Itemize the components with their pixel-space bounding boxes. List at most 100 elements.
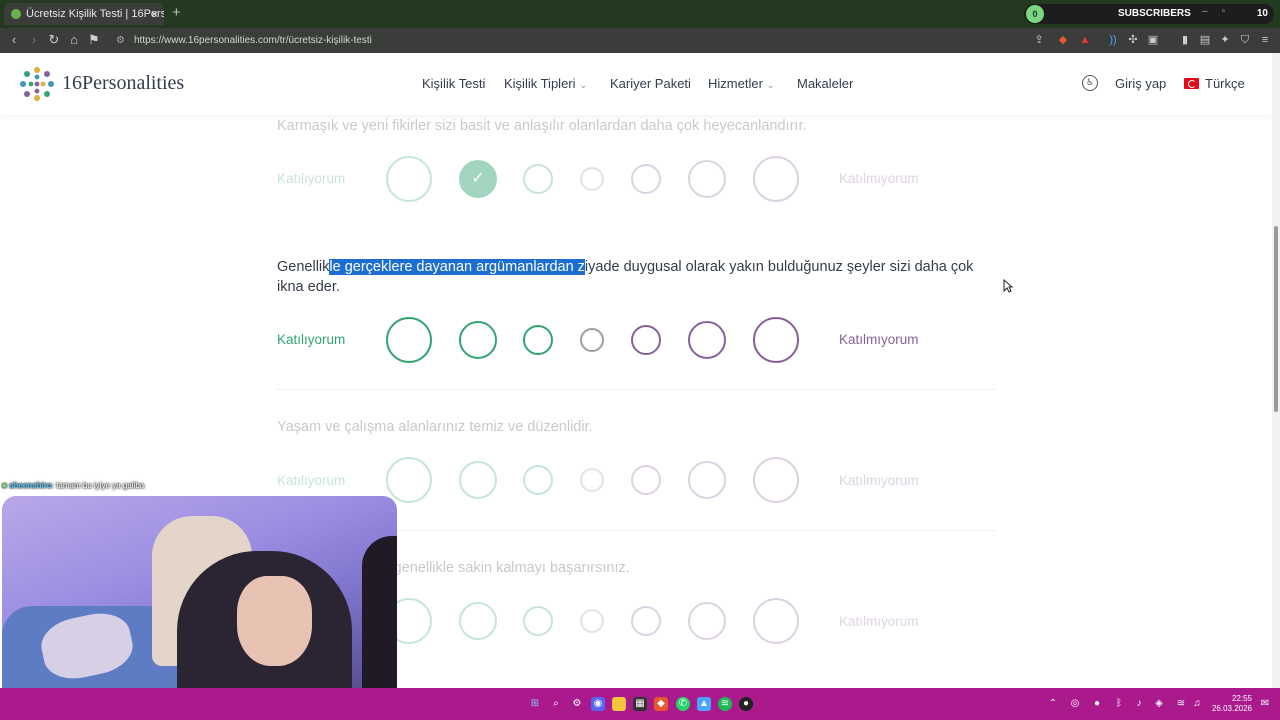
answer-option-neutral[interactable]	[580, 609, 604, 633]
answer-option[interactable]	[386, 317, 432, 363]
answer-option[interactable]	[523, 606, 553, 636]
login-link[interactable]: Giriş yap	[1115, 76, 1166, 91]
site-favicon-icon	[11, 9, 21, 19]
leo-ai-icon[interactable]: ✦	[1218, 33, 1232, 47]
answer-option[interactable]	[459, 461, 497, 499]
nav-label: Kişilik Testi	[422, 76, 486, 91]
nvidia-icon[interactable]: ◈	[1152, 697, 1166, 711]
window-controls-icon[interactable]: –▫	[1202, 6, 1239, 17]
screenshot-icon[interactable]: ▣	[1146, 33, 1160, 47]
brave-browser-icon[interactable]: ◆	[654, 697, 668, 711]
answer-option[interactable]	[631, 606, 661, 636]
webcam-face	[237, 576, 312, 666]
wallet-icon[interactable]: ▤	[1198, 33, 1212, 47]
answer-option[interactable]	[459, 321, 497, 359]
site-info-icon[interactable]: ⚙	[116, 31, 125, 50]
share-icon[interactable]: ⇪	[1032, 33, 1046, 47]
answer-option-neutral[interactable]	[580, 328, 604, 352]
answer-option[interactable]	[386, 156, 432, 202]
disagree-label: Katılmıyorum	[839, 614, 919, 629]
tray-app-icon[interactable]: ◎	[1068, 697, 1082, 711]
answer-option[interactable]	[631, 465, 661, 495]
browser-tab-bar: Ücretsiz Kişilik Testi | 16Personalities…	[0, 0, 1280, 28]
answer-option-selected[interactable]: ✓	[459, 160, 497, 198]
app-icon[interactable]: ▦	[633, 697, 647, 711]
rewards-icon[interactable]: ▲	[1078, 33, 1092, 47]
disagree-label: Katılmıyorum	[839, 332, 919, 347]
brave-shields-icon[interactable]: ◆	[1056, 33, 1070, 47]
extension-audio-icon[interactable]: ))	[1106, 33, 1120, 47]
forward-icon[interactable]: ›	[26, 32, 42, 47]
answer-option[interactable]	[386, 457, 432, 503]
nav-personality-types[interactable]: Kişilik Tipleri ⌄	[504, 76, 587, 91]
answer-option[interactable]	[523, 465, 553, 495]
chat-message: ■ sheenshiro: tamam bu iyiye ya galiba	[2, 481, 144, 490]
accessibility-icon[interactable]: ♿	[1082, 75, 1098, 91]
agree-label: Katılıyorum	[277, 171, 346, 186]
nav-career-pack[interactable]: Kariyer Paketi	[610, 76, 691, 91]
volume-icon[interactable]: ♫	[1190, 697, 1204, 711]
new-tab-button[interactable]: +	[172, 4, 181, 21]
extensions-icon[interactable]: ✣	[1126, 33, 1140, 47]
question-text: bile genellikle sakin kalmayı başarırsın…	[367, 560, 630, 576]
bluetooth-icon[interactable]: ᛒ	[1112, 697, 1126, 711]
answer-option[interactable]	[753, 156, 799, 202]
spotify-icon[interactable]: ≋	[718, 697, 732, 711]
close-tab-icon[interactable]: ×	[151, 3, 158, 25]
agree-label: Katılıyorum	[277, 332, 346, 347]
answer-option[interactable]	[753, 598, 799, 644]
discord-icon[interactable]: ◉	[591, 697, 605, 711]
photos-icon[interactable]: ▲	[697, 697, 711, 711]
bookmark-icon[interactable]: ⚑	[86, 32, 102, 48]
tray-chevron-icon[interactable]: ⌃	[1046, 697, 1060, 711]
subscriber-count: 10	[1256, 8, 1268, 19]
answer-option[interactable]	[523, 164, 553, 194]
logo-icon[interactable]	[18, 65, 56, 103]
microphone-icon[interactable]: ♪	[1132, 697, 1146, 711]
text-selection: le gerçeklere dayanan argümanlardan z	[329, 259, 585, 275]
mouse-cursor-icon	[1003, 279, 1013, 293]
answer-option-neutral[interactable]	[580, 468, 604, 492]
address-bar[interactable]: ⚙ https://www.16personalities.com/tr/ücr…	[108, 31, 1048, 50]
chevron-down-icon: ⌄	[579, 80, 588, 90]
nav-personality-test[interactable]: Kişilik Testi	[422, 76, 485, 91]
home-icon[interactable]: ⌂	[66, 32, 82, 47]
answer-option[interactable]	[753, 317, 799, 363]
answer-option[interactable]	[688, 321, 726, 359]
obs-icon[interactable]: ●	[739, 697, 753, 711]
language-selector[interactable]: Türkçe	[1205, 76, 1245, 91]
answer-option[interactable]	[631, 164, 661, 194]
answer-option[interactable]	[688, 461, 726, 499]
reload-icon[interactable]: ↻	[46, 32, 62, 48]
answer-option[interactable]	[459, 602, 497, 640]
browser-tab[interactable]: Ücretsiz Kişilik Testi | 16Personalities…	[4, 3, 164, 25]
system-clock[interactable]: 22:55 26.03.2026	[1210, 694, 1252, 714]
notifications-icon[interactable]: ✉	[1258, 697, 1272, 711]
nav-articles[interactable]: Makaleler	[797, 76, 853, 91]
scrollbar-thumb[interactable]	[1274, 226, 1278, 412]
answer-option[interactable]	[688, 160, 726, 198]
back-icon[interactable]: ‹	[6, 32, 22, 47]
answer-option[interactable]	[631, 325, 661, 355]
logo-text[interactable]: 16Personalities	[62, 72, 184, 95]
whatsapp-icon[interactable]: ✆	[676, 697, 690, 711]
answer-option-neutral[interactable]	[580, 167, 604, 191]
subscriber-goal-dot: 0	[1026, 5, 1044, 23]
nav-label: Kariyer Paketi	[610, 76, 691, 91]
answer-option[interactable]	[523, 325, 553, 355]
menu-icon[interactable]: ≡	[1258, 33, 1272, 47]
wifi-icon[interactable]: ≋	[1174, 697, 1188, 711]
sidebar-icon[interactable]: ▮	[1178, 33, 1192, 47]
vpn-icon[interactable]: ⛉	[1238, 33, 1252, 47]
search-icon[interactable]: ⌕	[549, 697, 563, 711]
start-icon[interactable]: ⊞	[528, 697, 542, 711]
file-explorer-icon[interactable]	[612, 697, 626, 711]
subscriber-label: SUBSCRIBERS	[1118, 8, 1191, 19]
nav-services[interactable]: Hizmetler ⌄	[708, 76, 774, 91]
answer-option[interactable]	[753, 457, 799, 503]
chat-username: sheenshiro	[9, 481, 52, 490]
question-text-part: Genellik	[277, 259, 330, 275]
settings-icon[interactable]: ⚙	[570, 697, 584, 711]
tray-steam-icon[interactable]: ●	[1090, 697, 1104, 711]
answer-option[interactable]	[688, 602, 726, 640]
